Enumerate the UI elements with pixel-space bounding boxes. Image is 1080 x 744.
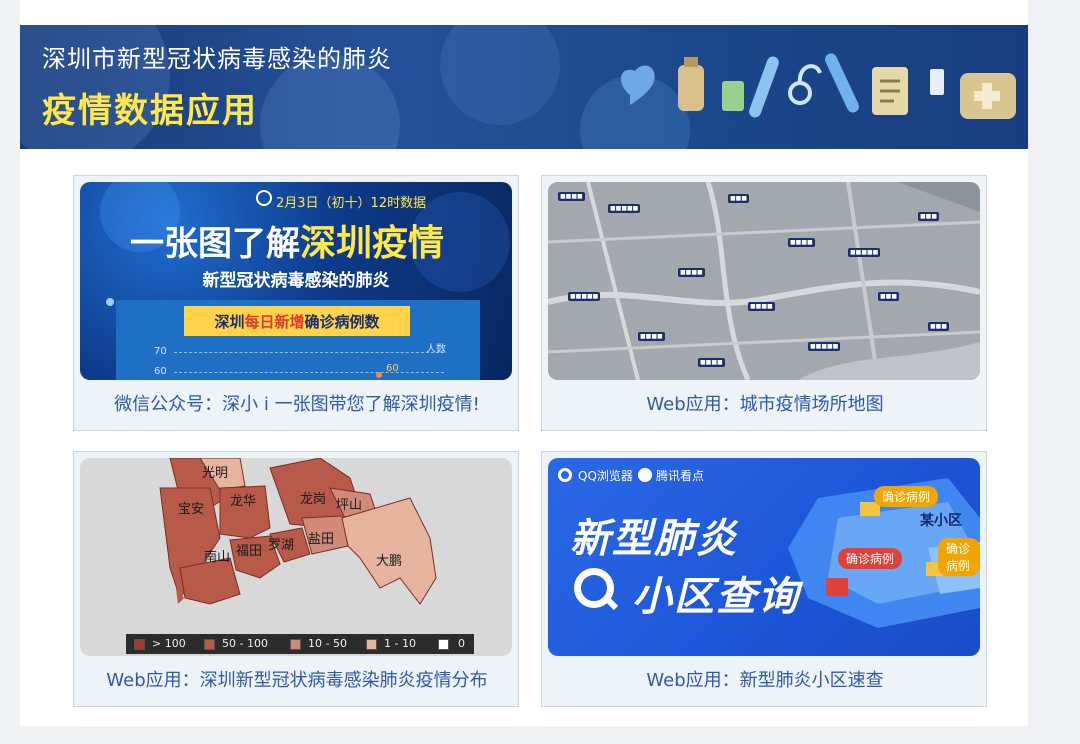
legend-label: 0 (458, 637, 465, 650)
confirmed-case-tag: 确诊病例 (938, 538, 980, 576)
map-pin[interactable]: ■■■■ (638, 332, 665, 341)
district-map-thumbnail: 光明 宝安 龙华 龙岗 坪山 南山 福田 罗湖 盐田 大鹏 > 100 50 -… (80, 458, 512, 656)
headline-line1: 新型肺炎 (570, 516, 738, 562)
shenzhen-district-map (159, 458, 437, 605)
district-label: 宝安 (178, 502, 205, 517)
axis-unit-label: 人数 (426, 344, 446, 355)
headline-line2: 小区查询 (632, 574, 800, 620)
brand-tencent-kandian: 腾讯看点 (656, 469, 705, 483)
legend-swatch (366, 639, 377, 650)
chart-title-daily-new: 每日新增 (244, 313, 305, 331)
legend-label: 1 - 10 (384, 637, 416, 650)
confirmed-case-tag: 确诊病例 (838, 548, 903, 569)
card-community-lookup[interactable]: QQ浏览器 腾讯看点 新型肺炎 小区查询 确诊病例 确诊病例 确诊病例 某小区 … (541, 451, 987, 707)
district-label: 罗湖 (268, 538, 295, 553)
map-pin[interactable]: ■■■■ (558, 192, 585, 201)
card-wechat-infographic[interactable]: 2月3日（初十）12时数据 一张图了解 深圳疫情 新型冠状病毒感染的肺炎 深圳每… (73, 175, 519, 431)
map-pin[interactable]: ■■■■■ (808, 342, 841, 351)
legend-label: 50 - 100 (222, 637, 268, 650)
header-banner: 深圳市新型冠状病毒感染的肺炎 疫情数据应用 (20, 25, 1028, 149)
map-pin[interactable]: ■■■■ (698, 358, 725, 367)
brand-qq-browser: QQ浏览器 (578, 469, 633, 483)
banner-subtitle: 疫情数据应用 (42, 91, 258, 131)
headline-part-a: 一张图了解 (130, 224, 300, 264)
map-thumbnail: ■■■■ ■■■■■ ■■■ ■■■■ ■■■■■ ■■■ ■■■■ ■■■■■… (548, 182, 980, 380)
axis-tick-60: 60 (154, 366, 167, 377)
card-caption[interactable]: 微信公众号：深小 i 一张图带您了解深圳疫情! (74, 390, 520, 416)
card-city-map[interactable]: ■■■■ ■■■■■ ■■■ ■■■■ ■■■■■ ■■■ ■■■■ ■■■■■… (541, 175, 987, 431)
legend-swatch (134, 639, 145, 650)
gridline-70 (174, 352, 444, 353)
district-label: 坪山 (336, 498, 363, 513)
chart-title: 深圳每日新增确诊病例数 (184, 311, 410, 332)
legend-label: > 100 (152, 637, 186, 650)
data-point-marker (376, 372, 382, 378)
community-label: 某小区 (920, 513, 962, 529)
card-caption[interactable]: Web应用：新型肺炎小区速查 (542, 666, 988, 692)
district-label: 福田 (236, 544, 263, 559)
map-pin[interactable]: ■■■■ (748, 302, 775, 311)
subheadline: 新型冠状病毒感染的肺炎 (202, 271, 390, 291)
map-pin[interactable]: ■■■■ (788, 238, 815, 247)
data-date: 2月3日（初十）12时数据 (276, 196, 427, 211)
data-point-label: 60 (386, 363, 399, 374)
card-district-distribution[interactable]: 光明 宝安 龙华 龙岗 坪山 南山 福田 罗湖 盐田 大鹏 > 100 50 -… (73, 451, 519, 707)
district-label: 龙华 (230, 494, 257, 509)
map-pin[interactable]: ■■■ (928, 322, 950, 331)
district-label: 光明 (202, 466, 229, 481)
community-lookup-thumbnail: QQ浏览器 腾讯看点 新型肺炎 小区查询 确诊病例 确诊病例 确诊病例 某小区 (548, 458, 980, 656)
district-label: 盐田 (308, 532, 335, 547)
district-label: 南山 (204, 550, 231, 565)
axis-tick-70: 70 (154, 346, 167, 357)
card-caption[interactable]: Web应用：深圳新型冠状病毒感染肺炎疫情分布 (74, 666, 520, 692)
clock-icon (256, 190, 272, 206)
district-label: 龙岗 (300, 492, 327, 507)
map-pin[interactable]: ■■■■■ (848, 248, 881, 257)
map-pin[interactable]: ■■■■■ (568, 292, 601, 301)
map-pin[interactable]: ■■■ (918, 212, 940, 221)
card-caption[interactable]: Web应用：城市疫情场所地图 (542, 390, 988, 416)
chart-title-city: 深圳 (214, 313, 245, 331)
banner-title: 深圳市新型冠状病毒感染的肺炎 (42, 45, 392, 73)
qq-browser-icon (558, 468, 572, 482)
legend-swatch (438, 639, 449, 650)
confirmed-case-tag: 确诊病例 (874, 486, 939, 507)
district-label: 大鹏 (376, 554, 403, 569)
map-pin[interactable]: ■■■ (878, 292, 900, 301)
chart-title-cases: 确诊病例数 (304, 313, 380, 331)
map-legend: > 100 50 - 100 10 - 50 1 - 10 0 (126, 634, 474, 654)
headline-part-b: 深圳疫情 (300, 223, 445, 264)
infographic-thumbnail: 2月3日（初十）12时数据 一张图了解 深圳疫情 新型冠状病毒感染的肺炎 深圳每… (80, 182, 512, 380)
legend-swatch (290, 639, 301, 650)
map-pin[interactable]: ■■■■ (678, 268, 705, 277)
gridline-60 (174, 372, 444, 373)
page-side-strip (1028, 0, 1080, 744)
legend-swatch (204, 639, 215, 650)
tencent-news-icon (638, 468, 652, 482)
map-pin[interactable]: ■■■ (728, 194, 750, 203)
legend-label: 10 - 50 (308, 637, 347, 650)
medical-icons-illustration (620, 53, 1016, 119)
article-page: 深圳市新型冠状病毒感染的肺炎 疫情数据应用 2月3日（初十）12时数据 一张图了… (20, 0, 1028, 726)
map-pin[interactable]: ■■■■■ (608, 204, 641, 213)
